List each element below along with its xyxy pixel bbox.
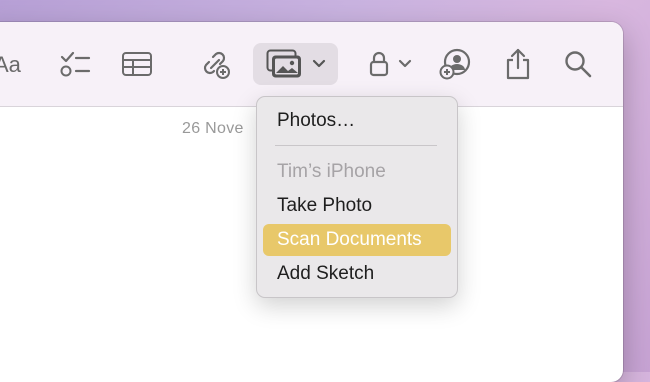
lock-icon	[369, 51, 389, 77]
format-label: Aa	[0, 52, 21, 77]
photo-library-icon	[266, 49, 301, 78]
share-button[interactable]	[500, 46, 536, 82]
link-button[interactable]	[198, 47, 234, 81]
link-icon	[203, 51, 230, 79]
checklist-icon	[60, 51, 91, 77]
search-button[interactable]	[560, 47, 596, 81]
collaborate-button[interactable]	[438, 47, 474, 81]
media-dropdown-menu: Photos… Tim’s iPhone Take Photo Scan Doc…	[256, 96, 458, 298]
menu-item-photos[interactable]: Photos…	[263, 105, 451, 137]
note-date: 26 Nove	[182, 120, 244, 137]
lock-button[interactable]	[364, 48, 416, 80]
table-icon	[122, 52, 152, 76]
chevron-down-icon	[312, 59, 325, 68]
search-icon	[565, 51, 592, 78]
collaborate-icon	[439, 48, 471, 80]
checklist-button[interactable]	[58, 49, 92, 79]
menu-item-take-photo[interactable]: Take Photo	[263, 190, 451, 222]
share-icon	[506, 48, 530, 80]
menu-item-scan-documents[interactable]: Scan Documents	[263, 224, 451, 256]
chevron-down-icon	[398, 59, 412, 68]
menu-separator	[275, 145, 437, 146]
media-menu-button[interactable]	[253, 43, 338, 85]
toolbar: Aa	[0, 22, 623, 107]
format-text-button[interactable]: Aa	[0, 52, 21, 78]
table-button[interactable]	[120, 49, 154, 79]
menu-section-device: Tim’s iPhone	[277, 161, 386, 182]
menu-item-add-sketch[interactable]: Add Sketch	[263, 258, 451, 290]
